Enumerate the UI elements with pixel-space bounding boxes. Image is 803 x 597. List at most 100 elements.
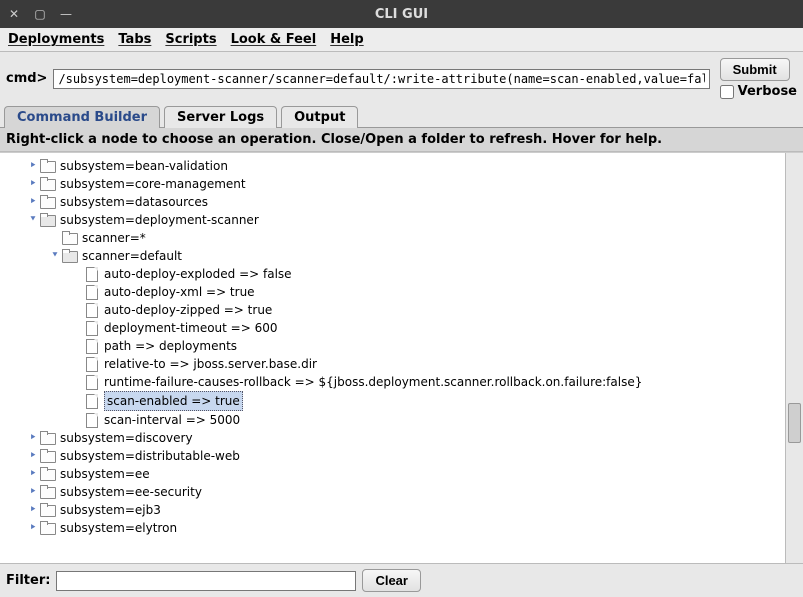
tab-command-builder[interactable]: Command Builder [4,106,160,128]
tree-node[interactable]: ⯈ subsystem=elytron [6,519,783,537]
tree-view[interactable]: ⯈ subsystem=bean-validation ⯈ subsystem=cor… [0,153,785,563]
expand-icon[interactable]: ⯈ [28,483,38,501]
tree-node[interactable]: ⯈ subsystem=discovery [6,429,783,447]
close-icon[interactable]: ✕ [8,8,20,20]
filter-input[interactable] [56,571,356,591]
filter-bar: Filter: Clear [0,563,803,597]
expand-icon[interactable]: ⯈ [28,175,38,193]
folder-icon [62,231,78,245]
expand-icon[interactable]: ⯈ [28,501,38,519]
tree-node-label[interactable]: subsystem=discovery [60,429,193,447]
menu-help[interactable]: Help [330,32,363,47]
vertical-scrollbar[interactable] [785,153,803,563]
folder-icon [40,213,56,227]
tree-node-label[interactable]: auto-deploy-zipped => true [104,301,272,319]
folder-icon [40,467,56,481]
tree-node-label[interactable]: subsystem=deployment-scanner [60,211,259,229]
tree-node[interactable]: ⯈path => deployments [6,337,783,355]
clear-button[interactable]: Clear [362,569,421,592]
tree-node[interactable]: ⯈scan-enabled => true [6,391,783,411]
verbose-toggle[interactable]: Verbose [720,84,797,99]
tab-output[interactable]: Output [281,106,358,128]
expand-icon[interactable]: ⯈ [28,519,38,537]
tree-node[interactable]: ⯈ subsystem=core-management [6,175,783,193]
scrollbar-thumb[interactable] [788,403,801,443]
tree-node[interactable]: ⯈auto-deploy-xml => true [6,283,783,301]
tree-node[interactable]: ⯈scan-interval => 5000 [6,411,783,429]
tree-node[interactable]: ⯈runtime-failure-causes-rollback => ${jb… [6,373,783,391]
cmd-input[interactable] [53,69,709,89]
minimize-icon[interactable]: — [60,8,72,20]
tree-node-label[interactable]: subsystem=ee [60,465,150,483]
verbose-checkbox[interactable] [720,85,734,99]
expand-icon[interactable]: ⯈ [28,157,38,175]
expand-icon[interactable]: ⯈ [28,447,38,465]
tree-node[interactable]: ⯈auto-deploy-zipped => true [6,301,783,319]
tree-node[interactable]: ⯈scanner=* [6,229,783,247]
tree-node[interactable]: ⯈relative-to => jboss.server.base.dir [6,355,783,373]
tree-node[interactable]: ⯈ subsystem=distributable-web [6,447,783,465]
folder-icon [40,503,56,517]
tree-node-label[interactable]: auto-deploy-exploded => false [104,265,292,283]
folder-icon [40,449,56,463]
tree-node-label[interactable]: path => deployments [104,337,237,355]
tree-node-label[interactable]: subsystem=bean-validation [60,157,228,175]
tree-node-label[interactable]: scanner=* [82,229,146,247]
folder-icon [40,485,56,499]
file-icon [84,413,100,427]
tab-strip: Command Builder Server Logs Output [0,105,803,128]
submit-button[interactable]: Submit [720,58,790,81]
command-row: cmd> Submit Verbose [0,52,803,103]
tree-node-label[interactable]: scan-enabled => true [104,391,243,411]
menu-deployments[interactable]: Deployments [8,32,104,47]
tree-node-label[interactable]: runtime-failure-causes-rollback => ${jbo… [104,373,642,391]
tree-node-label[interactable]: subsystem=ejb3 [60,501,161,519]
menu-scripts[interactable]: Scripts [165,32,216,47]
folder-icon [40,177,56,191]
expand-icon[interactable]: ⯈ [28,193,38,211]
tree-node-label[interactable]: relative-to => jboss.server.base.dir [104,355,317,373]
file-icon [84,394,100,408]
tree-node-label[interactable]: auto-deploy-xml => true [104,283,255,301]
menu-tabs[interactable]: Tabs [118,32,151,47]
cmd-label: cmd> [6,71,47,86]
tree-node[interactable]: ⯈ subsystem=ee-security [6,483,783,501]
folder-icon [40,159,56,173]
tree-node[interactable]: ⯈deployment-timeout => 600 [6,319,783,337]
tree-node[interactable]: ⯈auto-deploy-exploded => false [6,265,783,283]
tab-server-logs[interactable]: Server Logs [164,106,277,128]
expand-icon[interactable]: ⯈ [28,429,38,447]
menu-look-and-feel[interactable]: Look & Feel [231,32,317,47]
tree-node-label[interactable]: subsystem=elytron [60,519,177,537]
expand-icon[interactable]: ⯈ [28,465,38,483]
collapse-icon[interactable]: ⯆ [50,247,60,265]
filter-label: Filter: [6,573,50,588]
maximize-icon[interactable]: ▢ [34,8,46,20]
tree-node[interactable]: ⯈ subsystem=datasources [6,193,783,211]
tree-node[interactable]: ⯈ subsystem=ee [6,465,783,483]
tree-node-label[interactable]: subsystem=datasources [60,193,208,211]
folder-icon [40,431,56,445]
tree-node[interactable]: ⯆ scanner=default [6,247,783,265]
tree-node-label[interactable]: subsystem=ee-security [60,483,202,501]
tree-node-label[interactable]: scanner=default [82,247,182,265]
tree-node-label[interactable]: subsystem=core-management [60,175,246,193]
window-title: CLI GUI [0,7,803,22]
file-icon [84,375,100,389]
tree-node-label[interactable]: scan-interval => 5000 [104,411,240,429]
file-icon [84,285,100,299]
tree-node[interactable]: ⯈ subsystem=ejb3 [6,501,783,519]
file-icon [84,357,100,371]
folder-icon [40,195,56,209]
menubar: Deployments Tabs Scripts Look & Feel Hel… [0,28,803,52]
tree-node[interactable]: ⯈ subsystem=bean-validation [6,157,783,175]
folder-icon [62,249,78,263]
hint-bar: Right-click a node to choose an operatio… [0,128,803,152]
tree-node-label[interactable]: deployment-timeout => 600 [104,319,278,337]
tree-node[interactable]: ⯆ subsystem=deployment-scanner [6,211,783,229]
window-titlebar: ✕ ▢ — CLI GUI [0,0,803,28]
tree-node-label[interactable]: subsystem=distributable-web [60,447,240,465]
collapse-icon[interactable]: ⯆ [28,211,38,229]
file-icon [84,321,100,335]
file-icon [84,267,100,281]
